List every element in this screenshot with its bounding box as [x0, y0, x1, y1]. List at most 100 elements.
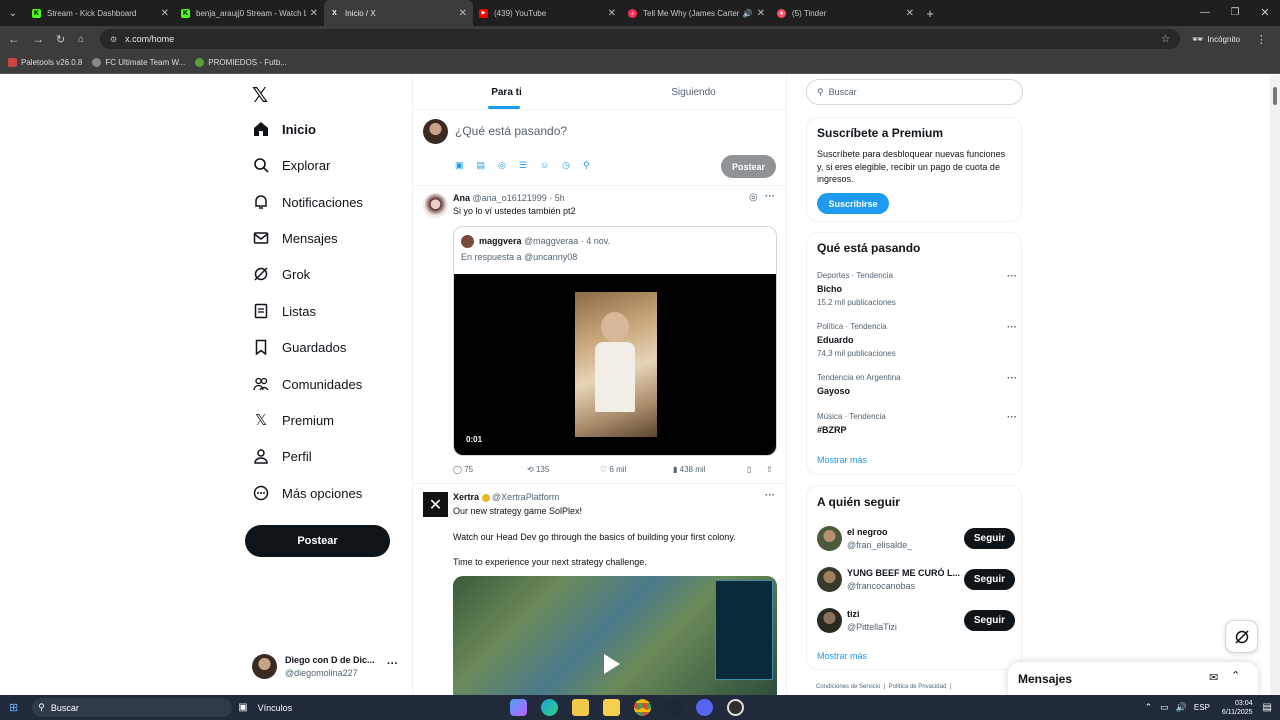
menu-kebab-icon[interactable]: ⋮ — [1256, 33, 1267, 46]
tweet[interactable]: Ana @ana_o16121999 · 5h ◎ ··· Si yo lo v… — [413, 186, 787, 483]
expand-icon[interactable]: ⌃ — [1231, 669, 1240, 682]
new-message-icon[interactable]: ✉ — [1209, 671, 1218, 684]
tab-kick-dashboard[interactable]: K Stream - Kick Dashboard ✕ — [26, 0, 175, 26]
trend-item[interactable]: Política · Tendencia Eduardo 74,3 mil pu… — [817, 322, 1017, 362]
share-icon[interactable]: ⇧ — [766, 465, 773, 474]
x-logo-icon[interactable]: 𝕏 — [252, 83, 268, 107]
tab-para-ti[interactable]: Para ti — [413, 75, 600, 109]
post-button[interactable]: Postear — [245, 525, 390, 557]
url-field[interactable]: ⚙ x.com/home ☆ — [100, 29, 1180, 49]
copilot-icon[interactable] — [510, 699, 527, 716]
windows-start-icon[interactable]: ⊞ — [9, 701, 18, 714]
sidebar-item-guardados[interactable]: Guardados — [253, 339, 346, 355]
bookmark-icon[interactable]: ▯ — [747, 465, 751, 474]
tweet[interactable]: ✕ Xertra @XertraPlatform ··· Our new str… — [413, 484, 787, 695]
speaker-icon[interactable]: 🔊 — [743, 9, 753, 18]
search-box[interactable]: ⚲ Buscar — [806, 79, 1023, 105]
subscribe-button[interactable]: Suscribirse — [817, 193, 889, 214]
reply-button[interactable]: ◯ 75 — [453, 465, 473, 474]
compose-input[interactable]: ¿Qué está pasando? — [455, 124, 567, 138]
clock[interactable]: 03:04 6/11/2025 — [1222, 699, 1253, 717]
tab-music[interactable]: ♪ Tell Me Why (James Carter 🔊 ✕ — [622, 0, 771, 26]
emoji-icon[interactable]: ☺ — [540, 160, 549, 171]
sidebar-item-grok[interactable]: Grok — [253, 266, 310, 282]
notifications-icon[interactable]: ▤ — [1263, 702, 1272, 713]
sidebar-item-inicio[interactable]: Inicio — [253, 121, 316, 137]
home-icon[interactable]: ⌂ — [78, 34, 92, 45]
site-info-icon[interactable]: ⚙ — [110, 35, 117, 44]
trend-item[interactable]: Deportes · Tendencia Bicho 15,2 mil publ… — [817, 271, 1017, 311]
more-icon[interactable]: ··· — [1007, 322, 1017, 333]
show-more-link[interactable]: Mostrar más — [817, 651, 867, 661]
sidebar-item-perfil[interactable]: Perfil — [253, 448, 312, 464]
close-tab-icon[interactable]: ✕ — [459, 8, 467, 19]
tab-kick-stream[interactable]: Kbenja_araujj0 Stream - Watch Li ✕ — [175, 0, 324, 26]
tab-tinder[interactable]: ♦ (5) Tinder ✕ — [771, 0, 920, 26]
account-switcher[interactable]: Diego con D de Dic... @diegomolina227 ··… — [252, 654, 402, 680]
incognito-label[interactable]: Incógnito — [1207, 35, 1239, 44]
schedule-icon[interactable]: ◷ — [562, 160, 570, 171]
discord-icon[interactable] — [696, 699, 713, 716]
bookmark-fc-ultimate-team[interactable]: FC Ultimate Team W... — [105, 58, 185, 67]
follow-suggestion[interactable]: tizi @PittellaTizi Seguir — [807, 606, 1023, 636]
close-tab-icon[interactable]: ✕ — [906, 8, 914, 19]
video-player[interactable]: 0:01 — [454, 274, 776, 455]
page-scrollbar[interactable] — [1270, 75, 1280, 695]
close-tab-icon[interactable]: ✕ — [161, 8, 169, 19]
compose-post-button[interactable]: Postear — [721, 155, 776, 178]
bookmark-promiedos[interactable]: PROMIEDOS - Futb... — [208, 58, 287, 67]
obs-icon[interactable] — [727, 699, 744, 716]
tweet-author-handle[interactable]: @ana_o16121999 — [473, 193, 547, 203]
more-icon[interactable]: ··· — [1007, 412, 1017, 423]
reload-icon[interactable]: ↻ — [56, 33, 70, 46]
tweet-time[interactable]: · 5h — [549, 193, 565, 203]
quoted-tweet[interactable]: maggvera @maggveraa · 4 nov. En respuest… — [453, 226, 777, 456]
gif-icon[interactable]: ▤ — [477, 160, 486, 171]
like-button[interactable]: ♡ 6 mil — [600, 465, 626, 474]
trend-item[interactable]: Tendencia en Argentina Gayoso ··· — [817, 373, 1017, 401]
follow-button[interactable]: Seguir — [963, 528, 1015, 549]
sidebar-item-premium[interactable]: 𝕏 Premium — [253, 411, 334, 429]
file-explorer-icon[interactable] — [572, 699, 589, 716]
sidebar-item-mas-opciones[interactable]: Más opciones — [253, 485, 362, 501]
follow-suggestion[interactable]: YUNG BEEF ME CURÓ L... @francocanobas Se… — [807, 565, 1023, 595]
close-tab-icon[interactable]: ✕ — [608, 8, 616, 19]
video-player[interactable] — [453, 576, 777, 695]
views-button[interactable]: ▮ 438 mil — [673, 465, 705, 474]
close-tab-icon[interactable]: ✕ — [757, 8, 765, 19]
play-icon[interactable] — [604, 654, 620, 674]
show-more-link[interactable]: Mostrar más — [817, 455, 867, 465]
sidebar-item-notificaciones[interactable]: Notificaciones — [253, 194, 363, 210]
trend-item[interactable]: Música · Tendencia #BZRP ··· — [817, 412, 1017, 440]
chrome-icon[interactable] — [634, 699, 651, 716]
new-tab-button[interactable]: + — [920, 0, 940, 26]
follow-suggestion[interactable]: el negroo @fran_elisalde_ Seguir — [807, 524, 1023, 554]
tab-list-button[interactable]: ⌄ — [0, 0, 26, 26]
grok-icon[interactable]: ◎ — [498, 160, 506, 171]
task-view-icon[interactable]: ▣ — [238, 702, 247, 713]
footer-links[interactable]: Condiciones de Servicio | Política de Pr… — [816, 684, 951, 690]
sidebar-item-listas[interactable]: Listas — [253, 303, 316, 319]
sidebar-item-comunidades[interactable]: Comunidades — [253, 376, 362, 392]
close-window-icon[interactable]: ✕ — [1250, 0, 1280, 26]
grok-floating-button[interactable] — [1225, 620, 1258, 653]
more-icon[interactable]: ··· — [1007, 271, 1017, 282]
retweet-button[interactable]: ⟲ 135 — [527, 465, 549, 474]
bookmark-star-icon[interactable]: ☆ — [1161, 34, 1170, 45]
grok-icon[interactable]: ◎ — [749, 192, 758, 203]
location-icon[interactable]: ⚲ — [583, 160, 590, 171]
minimize-icon[interactable]: — — [1190, 0, 1220, 26]
follow-button[interactable]: Seguir — [963, 610, 1015, 631]
tab-x-home[interactable]: X Inicio / X ✕ — [324, 0, 473, 26]
more-icon[interactable]: ··· — [1007, 373, 1017, 384]
poll-icon[interactable]: ☰ — [519, 160, 527, 171]
language-indicator[interactable]: ESP — [1194, 703, 1210, 712]
more-icon[interactable]: ··· — [765, 490, 775, 501]
forward-icon[interactable]: → — [32, 32, 46, 46]
follow-button[interactable]: Seguir — [963, 569, 1015, 590]
network-icon[interactable]: ▭ — [1160, 702, 1169, 713]
volume-icon[interactable]: 🔊 — [1176, 702, 1187, 713]
taskbar-links[interactable]: Vínculos — [258, 703, 293, 713]
tweet-author-name[interactable]: Ana — [453, 193, 470, 203]
steam-icon[interactable] — [665, 699, 682, 716]
